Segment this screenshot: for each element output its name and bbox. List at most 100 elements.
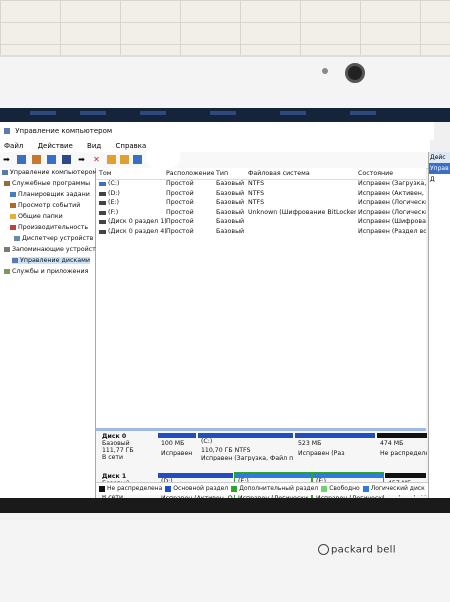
table-cell: Простой: [166, 199, 194, 206]
col-layout[interactable]: Расположение: [166, 170, 214, 177]
volume-name: (C:): [108, 180, 120, 187]
table-cell: NTFS: [248, 199, 265, 206]
table-row[interactable]: (F:) Простой Базовый Unknown (Шифрование Bi…: [96, 209, 426, 218]
table-row[interactable]: (E:) Простой Базовый NTFS Исправен (Логическ…: [96, 199, 426, 208]
sensor-dot: [322, 68, 328, 74]
table-row[interactable]: (C:) Простой Базовый NTFS Исправен (Загрузка…: [96, 180, 426, 189]
clock-icon: [10, 191, 16, 197]
partition-size: 523 МБ: [298, 440, 322, 447]
tree-item-event-viewer[interactable]: Просмотр событий: [10, 202, 80, 209]
partition-status: Не распределе: [380, 450, 427, 457]
table-cell: NTFS: [248, 180, 265, 187]
disk-name: Диск 0: [102, 433, 127, 440]
bottom-taskbar: [0, 498, 450, 513]
save-icon[interactable]: [120, 155, 129, 164]
table-cell: Базовый: [216, 189, 245, 197]
help-icon[interactable]: [47, 155, 56, 164]
table-cell: Исправен (Раздел вос: [358, 227, 426, 235]
tree-item-device-manager[interactable]: Диспетчер устройств: [14, 235, 93, 242]
table-row[interactable]: (Диск 0 раздел 1) Простой Базовый Исправен …: [96, 218, 426, 227]
col-filesystem[interactable]: Файловая система: [248, 170, 353, 177]
webcam: [345, 63, 365, 83]
table-cell: Unknown (Шифрование BitLocker): [248, 208, 356, 216]
window-title-bar: Управление компьютером: [0, 122, 434, 140]
app-icon: [4, 128, 10, 134]
table-row[interactable]: (D:) Простой Базовый NTFS Исправен (Активен,…: [96, 190, 426, 199]
actions-item-manage[interactable]: Управ: [429, 163, 450, 174]
table-cell: Базовый: [216, 227, 245, 235]
col-status[interactable]: Состояние: [358, 170, 426, 177]
legend-item: Свободно: [321, 485, 360, 492]
folder-icon: [10, 213, 16, 219]
table-cell: Базовый: [216, 218, 245, 225]
partition-block[interactable]: 100 МБ Исправен: [158, 433, 196, 461]
table-cell: Исправен (Шифрован: [358, 218, 426, 225]
event-icon: [10, 202, 16, 208]
legend-item: Не распределена: [99, 485, 162, 492]
back-icon[interactable]: ➡: [2, 155, 11, 164]
partition-color-bar: [295, 433, 375, 438]
col-volume[interactable]: Том: [99, 170, 159, 177]
table-cell: Простой: [166, 208, 194, 216]
console-tree-icon[interactable]: [17, 155, 26, 164]
tree-item-shared-folders[interactable]: Общие папки: [10, 213, 63, 220]
tree-item-performance[interactable]: Производительность: [10, 224, 88, 231]
legend-swatch: [362, 485, 369, 492]
tree-item-storage[interactable]: Запоминающие устройст: [4, 246, 96, 253]
screen: Управление компьютером Файл Действие Вид…: [0, 108, 450, 513]
partition-status: Исправен (Раз: [298, 450, 345, 457]
table-cell: Исправен (Активен, С: [358, 189, 426, 197]
drive-icon: [99, 191, 106, 196]
menu-action[interactable]: Действие: [38, 142, 73, 150]
menu-help[interactable]: Справка: [115, 142, 146, 150]
drive-icon: [99, 229, 106, 234]
col-type[interactable]: Тип: [216, 170, 246, 177]
tree-item-root[interactable]: Управление компьютером (л: [2, 169, 106, 176]
partition-color-bar: [377, 433, 427, 438]
partition-status: Исправен (Загрузка, Файл под: [201, 455, 293, 461]
drive-icon: [99, 210, 106, 215]
partition-color-bar: [198, 433, 293, 438]
actions-header: Дейс: [429, 152, 450, 163]
legend-swatch: [99, 485, 105, 492]
table-cell: Базовый: [216, 208, 245, 216]
delete-icon[interactable]: ✕: [92, 155, 101, 164]
tree-item-services[interactable]: Службы и приложения: [4, 268, 88, 275]
storage-icon: [4, 246, 10, 252]
tree-item-system-tools[interactable]: Служебные программы: [4, 180, 90, 187]
drive-icon: [99, 201, 106, 205]
partition-block[interactable]: (C:) 110,70 ГБ NTFS Исправен (Загрузка, Фа…: [198, 433, 293, 461]
refresh-icon[interactable]: [133, 155, 142, 164]
toolbar: ➡ ➡ ✕: [0, 152, 430, 169]
partition-status: Исправен: [161, 450, 193, 457]
tree-item-disk-management[interactable]: Управление дисками: [12, 257, 90, 264]
table-row[interactable]: (Диск 0 раздел 4) Простой Базовый Исправен …: [96, 228, 426, 237]
legend-item: Основной раздел: [165, 485, 228, 492]
view-icon[interactable]: [62, 155, 71, 164]
volume-list: Том Расположение Тип Файловая система Со…: [96, 168, 426, 428]
partition-block[interactable]: 523 МБ Исправен (Раз: [295, 433, 375, 461]
partition-block[interactable]: 474 МБ Не распределе: [377, 433, 427, 461]
actions-item-more[interactable]: Д: [429, 174, 450, 185]
table-cell: Простой: [166, 180, 194, 187]
legend-swatch: [321, 485, 328, 492]
services-icon: [4, 268, 10, 274]
legend-item: Логический диск: [362, 485, 425, 492]
table-cell: Простой: [166, 189, 194, 197]
menu-view[interactable]: Вид: [87, 142, 101, 150]
disk-label: Диск 0 Базовый 111,77 ГБ В сети: [102, 433, 152, 461]
volume-name: (E:): [108, 199, 120, 206]
window-title: Управление компьютером: [15, 127, 113, 135]
legend-item: Дополнительный раздел: [231, 485, 318, 492]
volume-name: (D:): [108, 189, 120, 197]
disk-icon: [12, 257, 18, 263]
tree-item-task-scheduler[interactable]: Планировщик задани: [10, 191, 90, 198]
menu-file[interactable]: Файл: [4, 142, 23, 150]
partition-color-bar: [158, 433, 196, 438]
console-tree: Управление компьютером (л Служебные прог…: [0, 168, 106, 498]
performance-icon: [10, 224, 16, 230]
actions-pane: Дейс Управ Д: [428, 152, 450, 502]
open-icon[interactable]: [107, 155, 116, 164]
properties-icon[interactable]: [32, 155, 41, 164]
connect-icon[interactable]: ➡: [77, 155, 86, 164]
